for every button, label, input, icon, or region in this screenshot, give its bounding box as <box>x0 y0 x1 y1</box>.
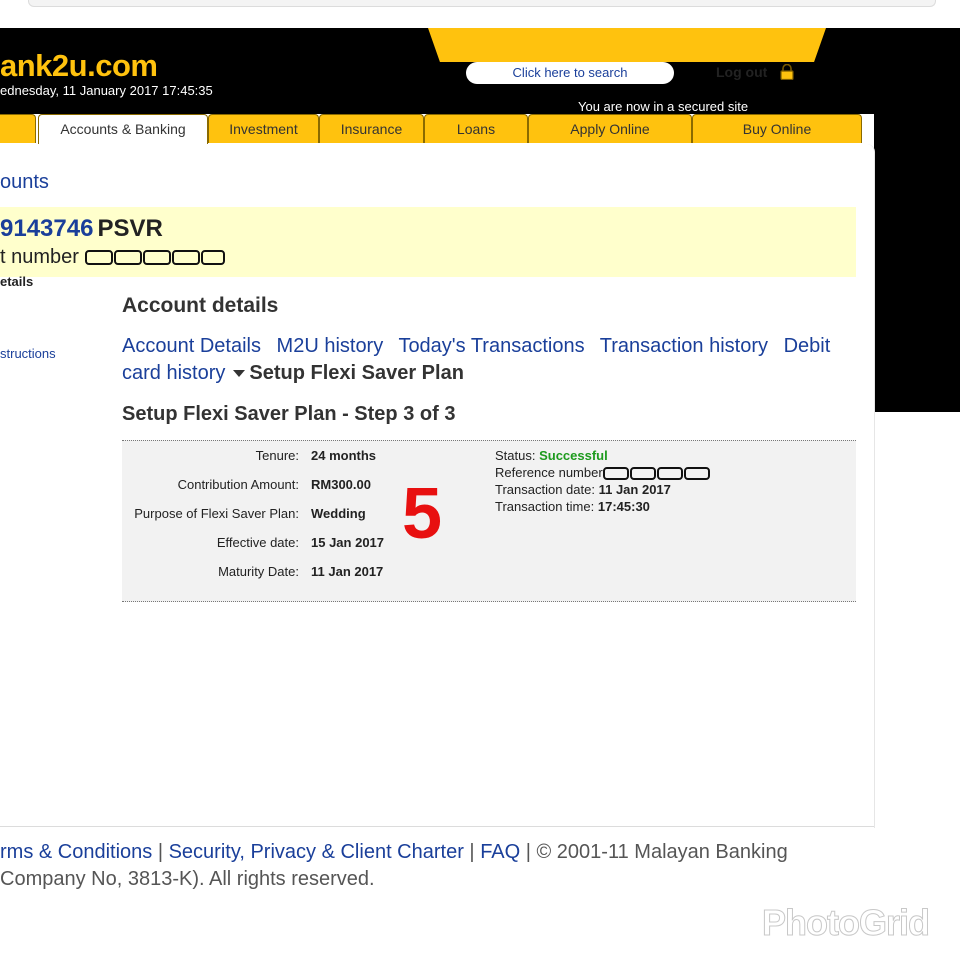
site-header: ank2u.com ednesday, 11 January 2017 17:4… <box>0 28 874 114</box>
transaction-date-label: Transaction date: <box>495 482 595 497</box>
account-title: 9143746 PSVR <box>0 215 163 243</box>
tab-accounts-overflow[interactable] <box>0 114 36 143</box>
footer: rms & Conditions | Security, Privacy & C… <box>0 841 788 890</box>
lock-icon <box>780 64 794 80</box>
tab-buy-online[interactable]: Buy Online <box>692 114 862 143</box>
status-badge: Successful <box>539 448 608 463</box>
side-menu-instructions[interactable]: structions <box>0 346 56 361</box>
link-account-details[interactable]: Account Details <box>122 335 261 357</box>
account-type: PSVR <box>97 215 163 242</box>
tab-investment[interactable]: Investment <box>208 114 319 143</box>
redacted-account-number <box>84 246 226 268</box>
header-utility-tab <box>428 28 826 62</box>
section-title: Account details <box>122 294 279 317</box>
transaction-time-label: Transaction time: <box>495 499 595 514</box>
breadcrumb[interactable]: ounts <box>0 171 49 194</box>
tab-insurance[interactable]: Insurance <box>319 114 424 143</box>
caret-down-icon <box>233 370 246 378</box>
tab-apply-online[interactable]: Apply Online <box>528 114 692 143</box>
detail-value-tenure: 24 months <box>311 448 377 463</box>
footer-terms-link[interactable]: rms & Conditions <box>0 841 152 863</box>
transaction-time-value: 17:45:30 <box>597 499 650 514</box>
main-nav: Accounts & Banking Investment Insurance … <box>0 114 874 145</box>
status-label: Status: <box>495 448 536 463</box>
footer-company: Company No, 3813-K). All rights reserved… <box>0 868 375 890</box>
step-title: Setup Flexi Saver Plan - Step 3 of 3 <box>122 403 456 425</box>
tab-loans[interactable]: Loans <box>424 114 528 143</box>
footer-divider <box>0 826 874 827</box>
step-annotation-number: 5 <box>402 474 443 554</box>
detail-value-purpose: Wedding <box>311 506 366 521</box>
transaction-date-value: 11 Jan 2017 <box>598 482 671 497</box>
detail-value-effective-date: 15 Jan 2017 <box>311 535 385 550</box>
redacted-reference-number <box>602 465 711 481</box>
account-number-label: t number <box>0 246 79 268</box>
site-logo[interactable]: ank2u.com <box>0 48 158 84</box>
link-m2u-history[interactable]: M2U history <box>277 335 384 357</box>
side-menu-details[interactable]: etails <box>0 274 33 289</box>
details-box: Tenure: 24 months Contribution Amount: R… <box>122 440 856 602</box>
logout-button[interactable]: Log out <box>716 64 767 80</box>
detail-value-maturity-date: 11 Jan 2017 <box>311 564 384 579</box>
tab-accounts-banking[interactable]: Accounts & Banking <box>38 114 208 145</box>
photogrid-watermark: PhotoGrid <box>762 902 931 944</box>
browser-address-strip <box>28 0 936 7</box>
link-todays-transactions[interactable]: Today's Transactions <box>398 335 584 357</box>
search-button[interactable]: Click here to search <box>466 62 674 84</box>
footer-faq-link[interactable]: FAQ <box>480 841 520 863</box>
reference-row: Reference number <box>495 465 711 481</box>
browser-top-bar <box>0 0 960 28</box>
transaction-date-row: Transaction date: 11 Jan 2017 <box>495 482 671 497</box>
account-number[interactable]: 9143746 <box>0 215 93 242</box>
detail-value-contribution: RM300.00 <box>311 477 371 492</box>
account-number-row: t number <box>0 246 226 269</box>
black-background-right <box>874 28 960 412</box>
link-transaction-history[interactable]: Transaction history <box>600 335 768 357</box>
status-row: Status: Successful <box>495 448 608 463</box>
footer-security-link[interactable]: Security, Privacy & Client Charter <box>169 841 464 863</box>
current-subpage[interactable]: Setup Flexi Saver Plan <box>249 362 464 384</box>
header-datetime: ednesday, 11 January 2017 17:45:35 <box>0 83 213 98</box>
secured-site-text: You are now in a secured site <box>578 99 749 114</box>
account-subnav: Account Details M2U history Today's Tran… <box>122 333 842 387</box>
footer-copyright: © 2001-11 Malayan Banking <box>536 841 788 863</box>
transaction-time-row: Transaction time: 17:45:30 <box>495 499 650 514</box>
reference-label: Reference number <box>495 465 603 480</box>
